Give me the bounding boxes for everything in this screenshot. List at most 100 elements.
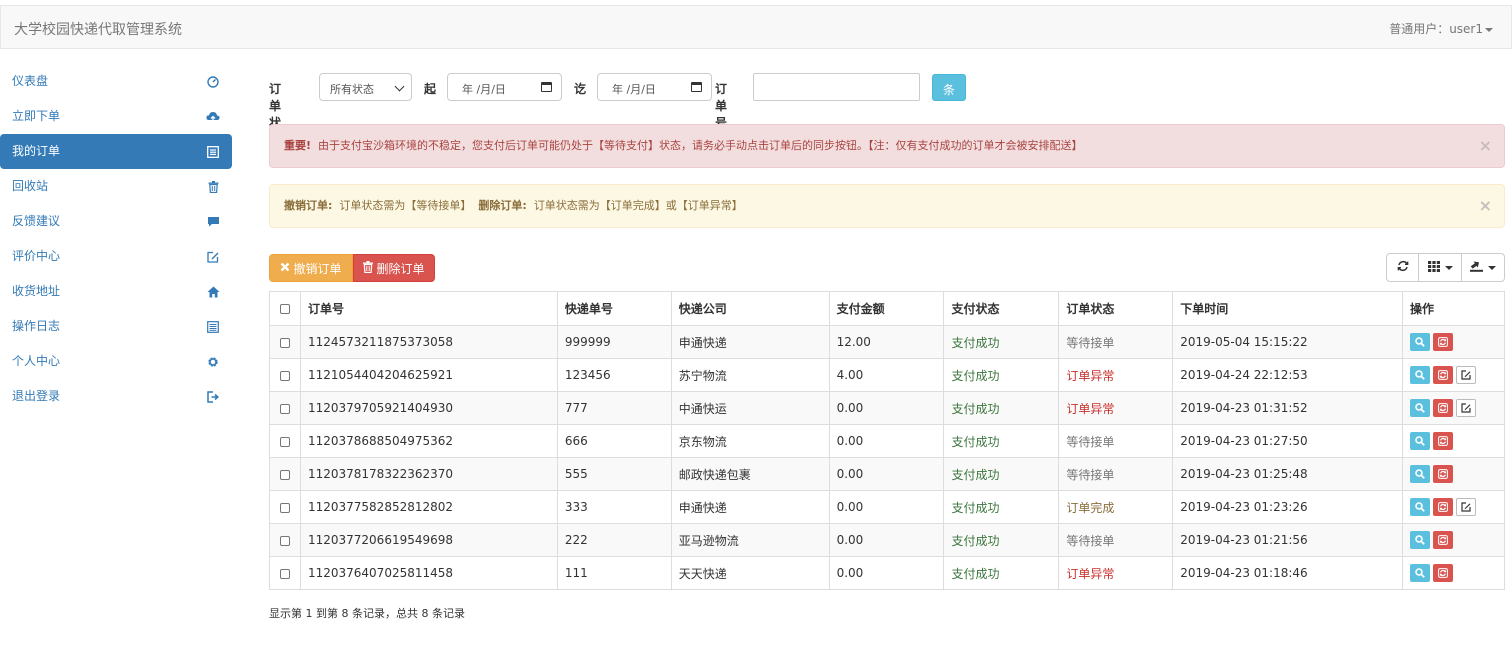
cell-order-status: 等待接单: [1058, 523, 1174, 557]
table-row[interactable]: 1120379705921404930 777 中通快运 0.00 支付成功 订单异常 20…: [269, 391, 1506, 425]
view-order-button[interactable]: [1409, 564, 1430, 582]
table-row[interactable]: 1120377582852812802 333 申通快递 0.00 支付成功 订单完成 20…: [269, 490, 1506, 524]
sidebar-item-reviews[interactable]: 评价中心: [0, 239, 232, 274]
order-no-input[interactable]: [753, 73, 920, 101]
view-order-button[interactable]: [1409, 498, 1430, 516]
refresh-button[interactable]: [1386, 253, 1419, 282]
calendar-icon[interactable]: [541, 82, 552, 92]
table-row[interactable]: 1120378178322362370 555 邮政快递包裹 0.00 支付成功 等待接单…: [269, 457, 1506, 491]
app-title[interactable]: 大学校园快递代取管理系统: [14, 19, 182, 39]
close-icon[interactable]: ×: [1479, 185, 1492, 227]
row-checkbox[interactable]: [279, 436, 290, 447]
sidebar-item-feedback[interactable]: 反馈建议: [0, 204, 232, 239]
status-select[interactable]: 所有状态: [319, 73, 412, 101]
column-header-order-time[interactable]: 下单时间: [1172, 291, 1403, 326]
cell-pay-status: 支付成功: [943, 457, 1060, 491]
cell-amount: 0.00: [828, 457, 945, 491]
user-menu-dropdown[interactable]: 普通用户：user1: [1389, 20, 1493, 37]
table-row[interactable]: 1120377206619549698 222 亚马逊物流 0.00 支付成功 等待接单 2…: [269, 523, 1506, 557]
sync-payment-button[interactable]: [1432, 498, 1453, 516]
column-header-amount[interactable]: 支付金额: [828, 291, 945, 326]
sync-payment-button[interactable]: [1432, 432, 1453, 450]
cell-order-status: 订单异常: [1058, 358, 1174, 392]
sidebar-item-new-order[interactable]: 立即下单: [0, 99, 232, 134]
list-icon: [206, 134, 220, 169]
row-checkbox-cell: [269, 556, 301, 590]
column-header-company[interactable]: 快递公司: [670, 291, 830, 326]
view-order-button[interactable]: [1409, 531, 1430, 549]
date-from-placeholder: 年 /月/日: [462, 83, 506, 96]
cell-order-time: 2019-05-04 15:15:22: [1172, 325, 1403, 359]
sidebar-item-recycle-bin[interactable]: 回收站: [0, 169, 232, 204]
sync-payment-button[interactable]: [1432, 399, 1453, 417]
row-checkbox[interactable]: [279, 403, 290, 414]
row-checkbox[interactable]: [279, 535, 290, 546]
cell-actions: [1401, 490, 1506, 524]
close-icon[interactable]: ×: [1479, 125, 1492, 167]
sidebar-item-profile[interactable]: 个人中心: [0, 344, 232, 379]
cell-pay-status: 支付成功: [943, 325, 1060, 359]
column-header-pay-status[interactable]: 支付状态: [943, 291, 1060, 326]
sidebar-item-dashboard[interactable]: 仪表盘: [0, 64, 232, 99]
review-order-button[interactable]: [1455, 498, 1476, 516]
row-checkbox[interactable]: [279, 568, 290, 579]
sync-payment-button[interactable]: [1432, 333, 1453, 351]
date-to-input[interactable]: 年 /月/日: [597, 73, 712, 101]
list-alt-icon: [206, 309, 220, 344]
delete-order-button[interactable]: 删除订单: [353, 254, 435, 282]
sidebar-item-label: 收货地址: [12, 284, 61, 298]
search-icon: [1415, 568, 1425, 578]
search-icon: [1415, 370, 1425, 380]
sidebar-item-logout[interactable]: 退出登录: [0, 379, 232, 414]
review-order-button[interactable]: [1455, 366, 1476, 384]
sync-payment-button[interactable]: [1432, 465, 1453, 483]
cancel-order-button[interactable]: 撤销订单: [269, 254, 353, 282]
cell-tracking-no: 999999: [556, 325, 672, 359]
refresh-icon: [1438, 436, 1448, 446]
calendar-icon[interactable]: [691, 82, 702, 92]
sidebar-item-operation-log[interactable]: 操作日志: [0, 309, 232, 344]
date-from-input[interactable]: 年 /月/日: [447, 73, 562, 101]
cell-tracking-no: 111: [556, 556, 672, 590]
row-checkbox[interactable]: [279, 469, 290, 480]
view-order-button[interactable]: [1409, 366, 1430, 384]
view-order-button[interactable]: [1409, 432, 1430, 450]
cell-actions: [1401, 325, 1506, 359]
column-header-order-status[interactable]: 订单状态: [1058, 291, 1174, 326]
cell-order-time: 2019-04-23 01:25:48: [1172, 457, 1403, 491]
sidebar-item-address[interactable]: 收货地址: [0, 274, 232, 309]
table-row[interactable]: 1120376407025811458 111 天天快递 0.00 支付成功 订单异常 20…: [269, 556, 1506, 590]
table-row[interactable]: 1120378688504975362 666 京东物流 0.00 支付成功 等待接单 20…: [269, 424, 1506, 458]
trash-icon: [206, 169, 220, 204]
columns-toggle-button[interactable]: [1418, 253, 1462, 282]
query-button[interactable]: 条件查询: [932, 74, 967, 148]
trash-icon: [363, 260, 374, 276]
sidebar-item-my-orders[interactable]: 我的订单: [0, 134, 232, 169]
row-checkbox[interactable]: [279, 502, 290, 513]
search-icon: [1415, 337, 1425, 347]
row-checkbox[interactable]: [279, 370, 290, 381]
cell-order-no: 1121054404204625921: [299, 358, 558, 392]
row-checkbox[interactable]: [279, 337, 290, 348]
sync-payment-button[interactable]: [1432, 531, 1453, 549]
view-order-button[interactable]: [1409, 333, 1430, 351]
select-all-checkbox[interactable]: [279, 304, 290, 314]
sidebar-item-label: 评价中心: [12, 249, 61, 263]
sync-payment-button[interactable]: [1432, 366, 1453, 384]
column-header-tracking-no[interactable]: 快递单号: [556, 291, 672, 326]
row-checkbox-cell: [269, 523, 301, 557]
export-button[interactable]: [1461, 253, 1505, 282]
row-checkbox-cell: [269, 457, 301, 491]
table-row[interactable]: 1121054404204625921 123456 苏宁物流 4.00 支付成功 订单异…: [269, 358, 1506, 392]
table-row[interactable]: 1124573211875373058 999999 申通快递 12.00 支付成功 等待…: [269, 325, 1506, 359]
view-order-button[interactable]: [1409, 399, 1430, 417]
cell-company: 京东物流: [670, 424, 830, 458]
review-order-button[interactable]: [1455, 399, 1476, 417]
comment-icon: [206, 204, 220, 239]
view-order-button[interactable]: [1409, 465, 1430, 483]
search-icon: [1415, 535, 1425, 545]
export-icon: [1470, 260, 1483, 275]
column-header-order-no[interactable]: 订单号: [299, 291, 558, 326]
alert-text: 由于支付宝沙箱环境的不稳定，您支付后订单可能仍处于【等待支付】状态，请务必手动点…: [318, 139, 1083, 152]
sync-payment-button[interactable]: [1432, 564, 1453, 582]
